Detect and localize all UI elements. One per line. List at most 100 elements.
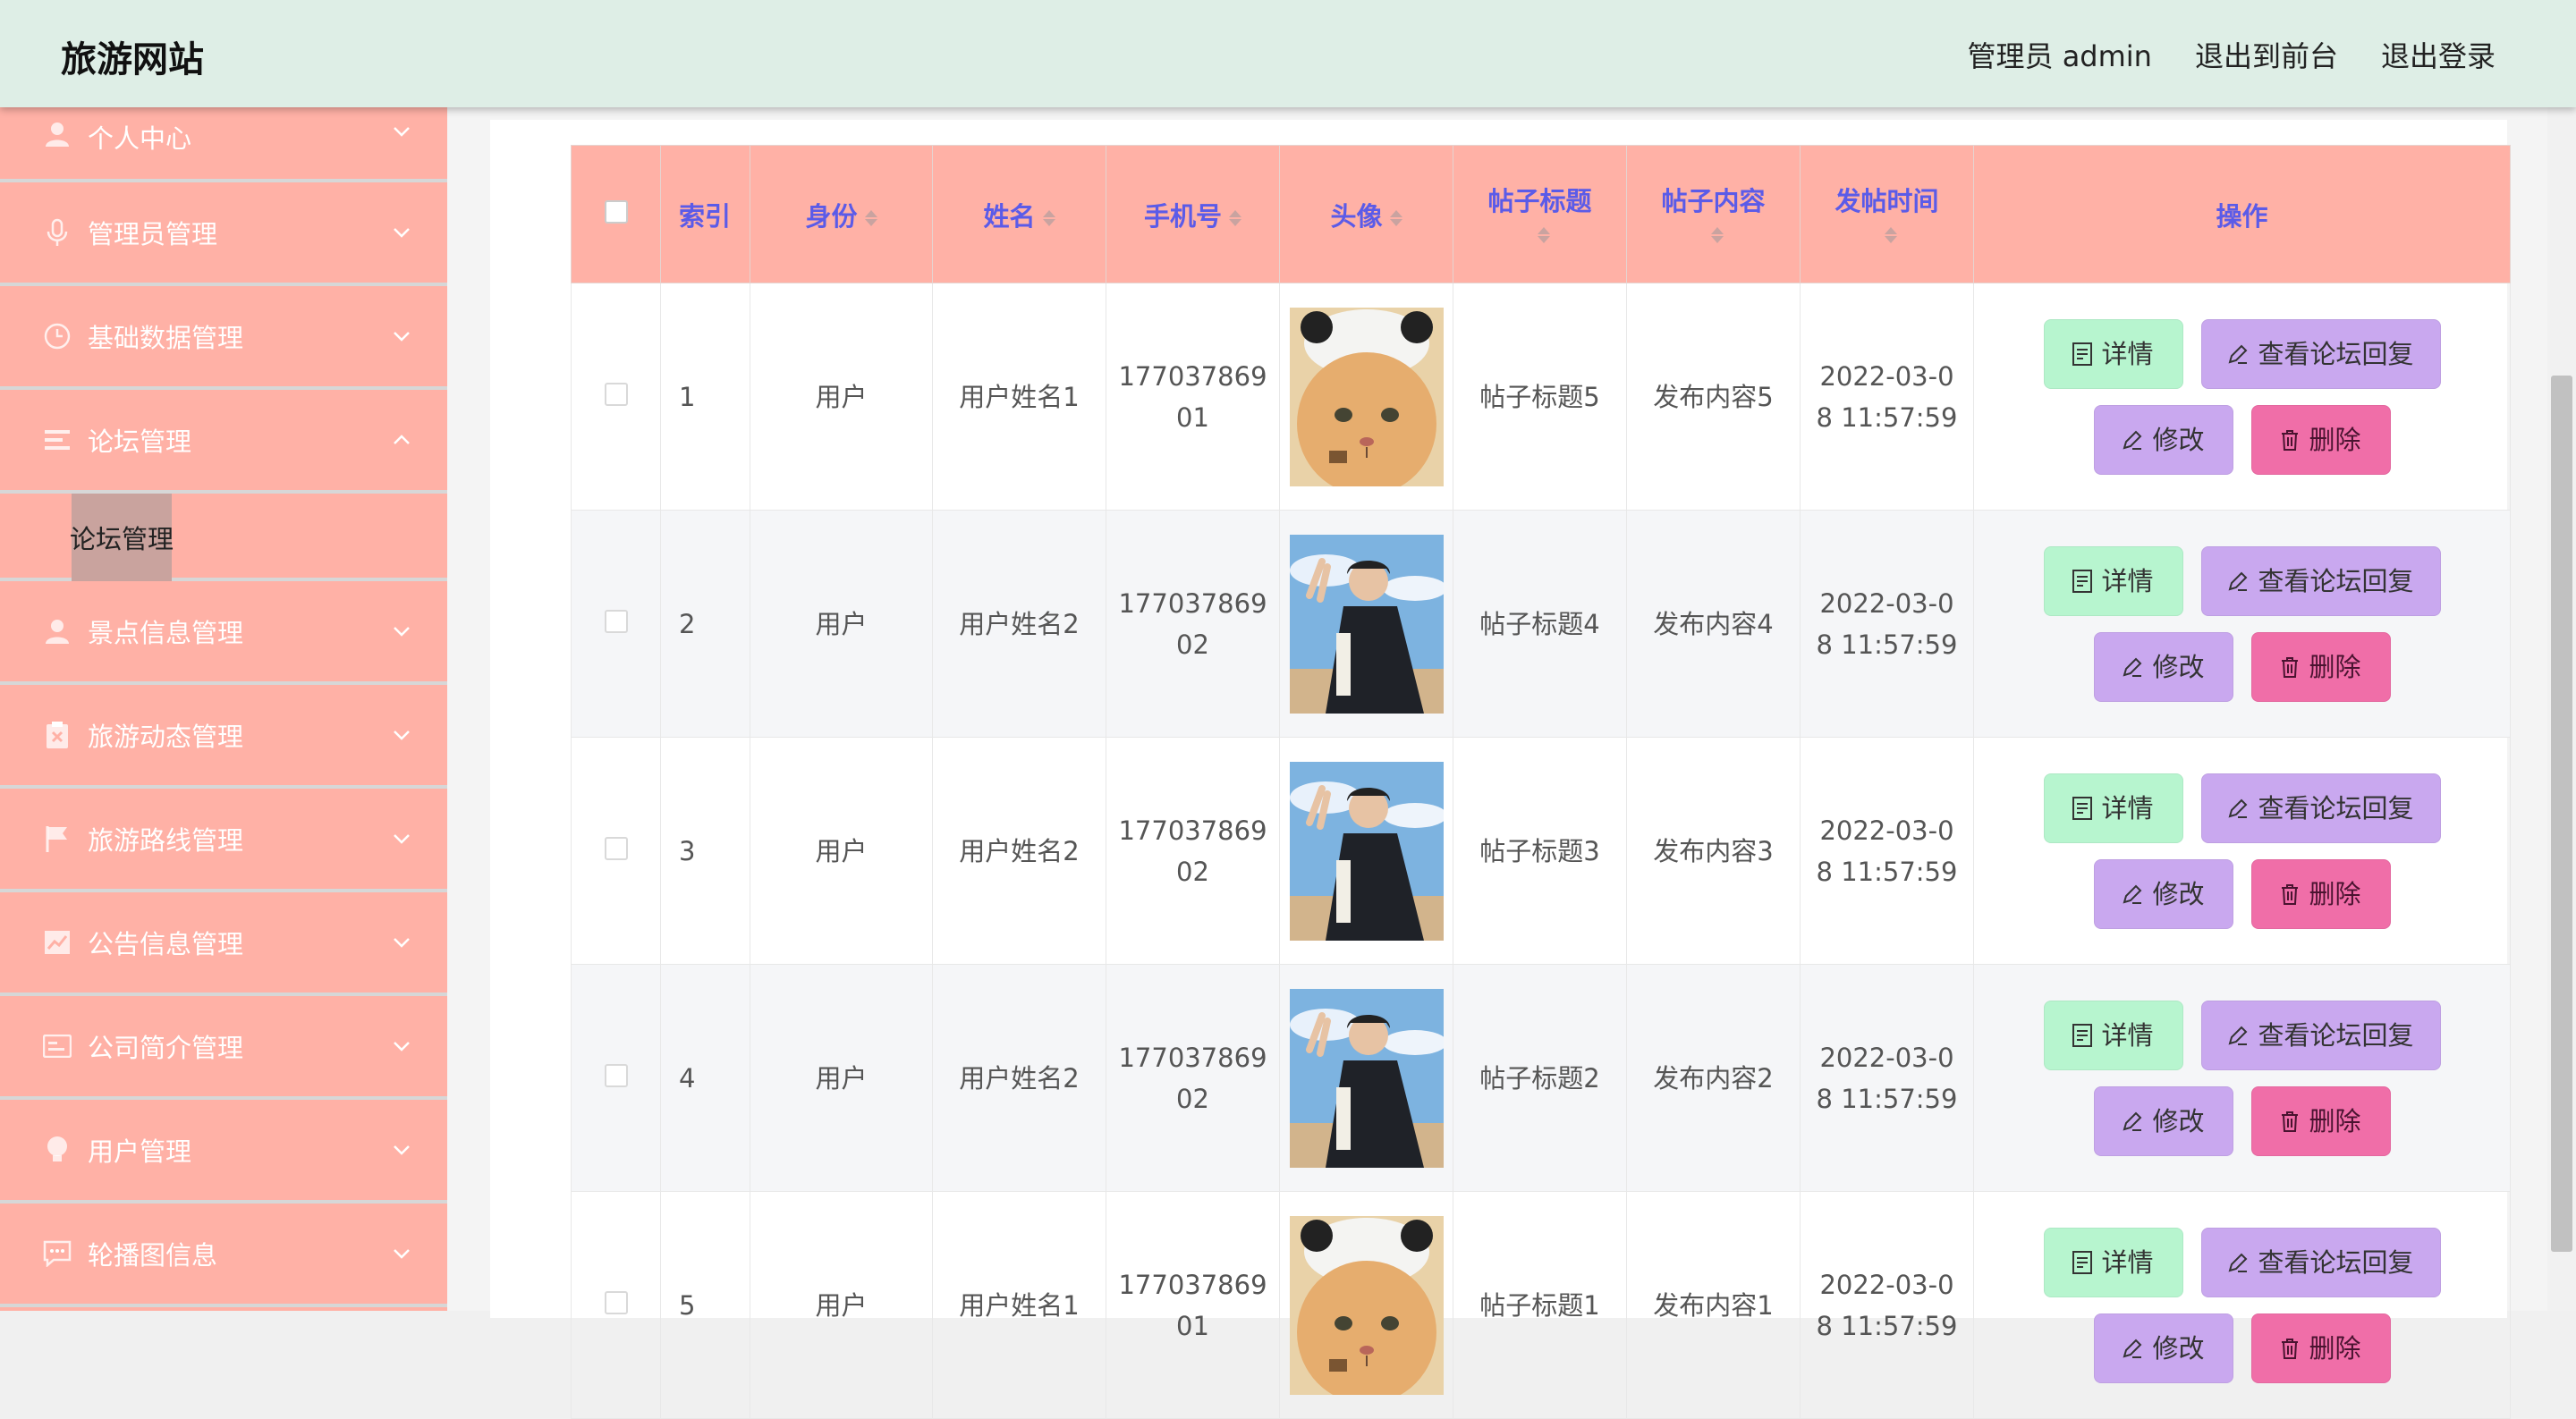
chevron-down-icon [392,122,411,141]
role-cell: 用户 [750,1191,933,1419]
sidebar-item-admin-management[interactable]: 管理员管理 [0,182,447,286]
index-cell: 3 [660,737,750,965]
card-icon [43,1032,72,1060]
pencil-icon [2123,884,2142,904]
post-title-cell: 帖子标题4 [1453,510,1627,738]
table-row: 1 用户 用户姓名1 177037869 01 帖子标题5 发布内容5 2022-03-0 8 … [571,283,2511,511]
trash-icon [2282,1111,2299,1132]
post-title-cell: 帖子标题5 [1453,283,1627,511]
sidebar-item-label: 轮播图信息 [88,1240,218,1271]
delete-button[interactable]: 删除 [2250,858,2391,929]
document-icon [2072,569,2093,593]
chevron-down-icon [392,621,411,641]
row-select-cell [571,737,661,965]
table-panel: 索引 身份 姓名 手机号 头像 帖子标题 帖子内容 发帖时间 操作 1 用户 用户姓… [490,120,2511,1419]
header-avatar[interactable]: 头像 [1279,145,1453,283]
chart-icon [43,928,72,957]
post-title-cell: 帖子标题1 [1453,1191,1627,1419]
sidebar-item-announcements[interactable]: 公告信息管理 [0,892,447,996]
header-name[interactable]: 姓名 [932,145,1106,283]
sidebar-subitem-forum-management[interactable]: 论坛管理 [70,494,174,581]
header-phone[interactable]: 手机号 [1106,145,1280,283]
sidebar-item-scenic-info[interactable]: 景点信息管理 [0,581,447,685]
header-post-time[interactable]: 发帖时间 [1800,145,1974,283]
header-post-title[interactable]: 帖子标题 [1453,145,1627,283]
sidebar-item-travel-routes[interactable]: 旅游路线管理 [0,789,447,892]
edit-button[interactable]: 修改 [2093,1313,2233,1383]
name-cell: 用户姓名2 [932,510,1106,738]
header-role[interactable]: 身份 [750,145,933,283]
detail-button[interactable]: 详情 [2043,1227,2183,1297]
chevron-down-icon [392,1036,411,1056]
vertical-scrollbar[interactable] [2547,107,2576,1311]
detail-button[interactable]: 详情 [2043,545,2183,616]
user-icon [43,617,72,646]
view-forum-replies-button[interactable]: 查看论坛回复 [2200,318,2441,389]
post-time-cell: 2022-03-0 8 11:57:59 [1800,737,1974,965]
sidebar-item-label: 管理员管理 [88,219,218,249]
view-forum-replies-button[interactable]: 查看论坛回复 [2200,545,2441,616]
select-all-checkbox[interactable] [604,199,628,224]
edit-button[interactable]: 修改 [2093,1085,2233,1156]
post-time-cell: 2022-03-0 8 11:57:59 [1800,964,1974,1192]
post-time-cell: 2022-03-0 8 11:57:59 [1800,283,1974,511]
phone-cell: 177037869 02 [1106,510,1280,738]
admin-user-link[interactable]: 管理员 admin [1968,34,2152,75]
main-content: 索引 身份 姓名 手机号 头像 帖子标题 帖子内容 发帖时间 操作 1 用户 用户姓… [447,107,2547,1419]
avatar-cell [1279,737,1453,965]
view-forum-replies-button[interactable]: 查看论坛回复 [2200,1000,2441,1070]
role-cell: 用户 [750,283,933,511]
table-row: 5 用户 用户姓名1 177037869 01 帖子标题1 发布内容1 2022-03-0 8 … [571,1191,2511,1419]
scrollbar-thumb[interactable] [2551,376,2572,1252]
detail-button[interactable]: 详情 [2043,773,2183,843]
role-cell: 用户 [750,964,933,1192]
post-title-cell: 帖子标题3 [1453,737,1627,965]
row-checkbox[interactable] [604,382,628,406]
role-cell: 用户 [750,737,933,965]
edit-button[interactable]: 修改 [2093,858,2233,929]
view-forum-replies-button[interactable]: 查看论坛回复 [2200,1227,2441,1297]
delete-button[interactable]: 删除 [2250,404,2391,475]
delete-button[interactable]: 删除 [2250,631,2391,702]
sidebar-item-label: 论坛管理 [88,427,192,457]
sidebar-item-carousel[interactable]: 轮播图信息 [0,1204,447,1307]
pencil-icon [2229,1253,2248,1272]
row-checkbox[interactable] [604,836,628,860]
avatar-image [1289,307,1444,486]
exit-to-front-link[interactable]: 退出到前台 [2195,34,2338,75]
logout-link[interactable]: 退出登录 [2381,34,2496,75]
actions-cell: 详情 查看论坛回复修改 删除 [1973,737,2511,965]
phone-cell: 177037869 02 [1106,964,1280,1192]
phone-cell: 177037869 02 [1106,737,1280,965]
row-checkbox[interactable] [604,609,628,633]
delete-button[interactable]: 删除 [2250,1313,2391,1383]
sidebar-item-company-profile[interactable]: 公司简介管理 [0,996,447,1100]
document-icon [2072,796,2093,820]
edit-button[interactable]: 修改 [2093,404,2233,475]
detail-button[interactable]: 详情 [2043,318,2183,389]
post-content-cell: 发布内容4 [1626,510,1801,738]
sort-icon [1537,225,1550,245]
delete-button[interactable]: 删除 [2250,1085,2391,1156]
view-forum-replies-button[interactable]: 查看论坛回复 [2200,773,2441,843]
index-cell: 5 [660,1191,750,1419]
phone-cell: 177037869 01 [1106,1191,1280,1419]
sort-icon [1229,208,1241,228]
edit-button[interactable]: 修改 [2093,631,2233,702]
header-post-content[interactable]: 帖子内容 [1626,145,1801,283]
avatar-image [1289,988,1444,1168]
chevron-down-icon [392,1140,411,1160]
sidebar-item-basic-data[interactable]: 基础数据管理 [0,286,447,390]
detail-button[interactable]: 详情 [2043,1000,2183,1070]
sidebar-item-label: 公告信息管理 [88,929,244,959]
header-actions: 操作 [1973,145,2511,283]
table-header-row: 索引 身份 姓名 手机号 头像 帖子标题 帖子内容 发帖时间 操作 [571,145,2511,283]
trash-icon [2282,429,2299,451]
chevron-down-icon [392,933,411,952]
sidebar-item-personal-center[interactable]: 个人中心 [0,107,447,182]
sidebar-item-user-management[interactable]: 用户管理 [0,1100,447,1204]
sidebar-item-travel-news[interactable]: 旅游动态管理 [0,685,447,789]
actions-cell: 详情 查看论坛回复修改 删除 [1973,510,2511,738]
row-checkbox[interactable] [604,1063,628,1087]
sidebar-item-forum-management[interactable]: 论坛管理 [0,390,447,494]
